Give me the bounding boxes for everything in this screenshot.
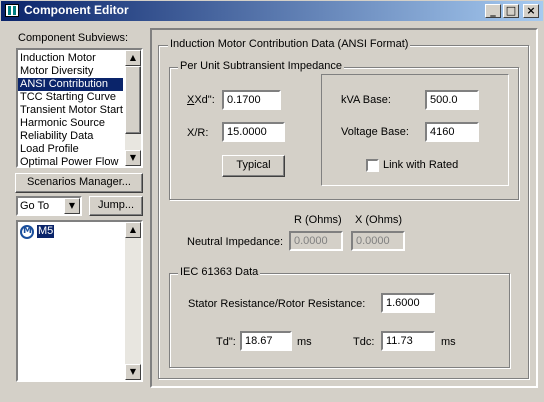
minimize-button[interactable]: _ (485, 4, 501, 18)
resistance-ratio-input[interactable]: 1.6000 (381, 293, 435, 313)
td-unit: ms (297, 336, 312, 348)
app-icon (5, 4, 19, 17)
list-item[interactable]: Optimal Power Flow (18, 156, 123, 169)
motor-icon: M (20, 225, 34, 239)
iec-group (169, 273, 510, 368)
kva-base-label: kVA Base: (341, 94, 391, 106)
list-item[interactable]: TCC Starting Curve (18, 91, 123, 104)
link-with-rated-checkbox[interactable] (366, 159, 379, 172)
window-title: Component Editor (24, 3, 129, 17)
voltage-base-label: Voltage Base: (341, 126, 409, 138)
r-ohms-header: R (Ohms) (294, 214, 342, 226)
list-item[interactable]: Load Profile (18, 143, 123, 156)
typical-button[interactable]: Typical (222, 155, 285, 177)
td-label: Td": (216, 336, 236, 348)
subviews-label: Component Subviews: (18, 32, 129, 44)
dropdown-arrow-icon[interactable]: ▼ (64, 198, 80, 214)
tree-scrollbar[interactable]: ▲ ▼ (125, 222, 141, 380)
xr-label: X/R: (187, 127, 209, 139)
element-tree[interactable]: M M5 ▲ ▼ (16, 220, 143, 382)
list-item[interactable]: Induction Motor (18, 52, 123, 65)
scroll-down-icon[interactable]: ▼ (125, 150, 141, 166)
subviews-items: Induction Motor Motor Diversity ANSI Con… (18, 52, 125, 169)
scroll-thumb[interactable] (125, 66, 141, 134)
subviews-list[interactable]: Induction Motor Motor Diversity ANSI Con… (16, 48, 143, 168)
list-item[interactable]: Transient Motor Startin (18, 104, 123, 117)
x-ohms-header: X (Ohms) (355, 214, 403, 226)
impedance-group-title: Per Unit Subtransient Impedance (178, 60, 345, 72)
xr-input[interactable]: 15.0000 (222, 122, 285, 142)
iec-group-title: IEC 61363 Data (178, 266, 261, 278)
tree-item-m5[interactable]: M5 (35, 224, 56, 239)
tdc-label: Tdc: (353, 336, 375, 348)
tdc-input[interactable]: 11.73 (381, 331, 435, 351)
neutral-impedance-label: Neutral Impedance: (187, 236, 283, 248)
maximize-button[interactable]: □ (503, 4, 519, 18)
scroll-down-icon[interactable]: ▼ (125, 364, 141, 380)
scenarios-manager-button[interactable]: Scenarios Manager... (15, 173, 143, 193)
list-item[interactable]: Harmonic Source (18, 117, 123, 130)
main-group-title: Induction Motor Contribution Data (ANSI … (168, 38, 411, 50)
scroll-up-icon[interactable]: ▲ (125, 222, 141, 238)
goto-select[interactable]: Go To ▼ (16, 196, 82, 216)
voltage-base-input[interactable]: 4160 (425, 122, 479, 142)
list-item-selected[interactable]: ANSI Contribution (18, 78, 123, 91)
neutral-x-input[interactable]: 0.0000 (351, 231, 405, 251)
jump-button[interactable]: Jump... (89, 196, 143, 216)
neutral-r-input[interactable]: 0.0000 (289, 231, 343, 251)
goto-value: Go To (20, 200, 50, 212)
td-input[interactable]: 18.67 (240, 331, 292, 351)
xd-input[interactable]: 0.1700 (222, 90, 281, 110)
subviews-scrollbar[interactable]: ▲ ▼ (125, 50, 141, 166)
close-button[interactable]: × (523, 4, 539, 18)
tdc-unit: ms (441, 336, 456, 348)
link-with-rated-label: Link with Rated (383, 159, 459, 171)
list-item[interactable]: Reliability Data (18, 130, 123, 143)
xd-label: XXd": (187, 94, 215, 106)
scroll-up-icon[interactable]: ▲ (125, 50, 141, 66)
resistance-ratio-label: Stator Resistance/Rotor Resistance: (188, 298, 366, 310)
kva-base-input[interactable]: 500.0 (425, 90, 479, 110)
list-item[interactable]: Motor Diversity (18, 65, 123, 78)
xd-label-text: Xd": (194, 94, 215, 106)
